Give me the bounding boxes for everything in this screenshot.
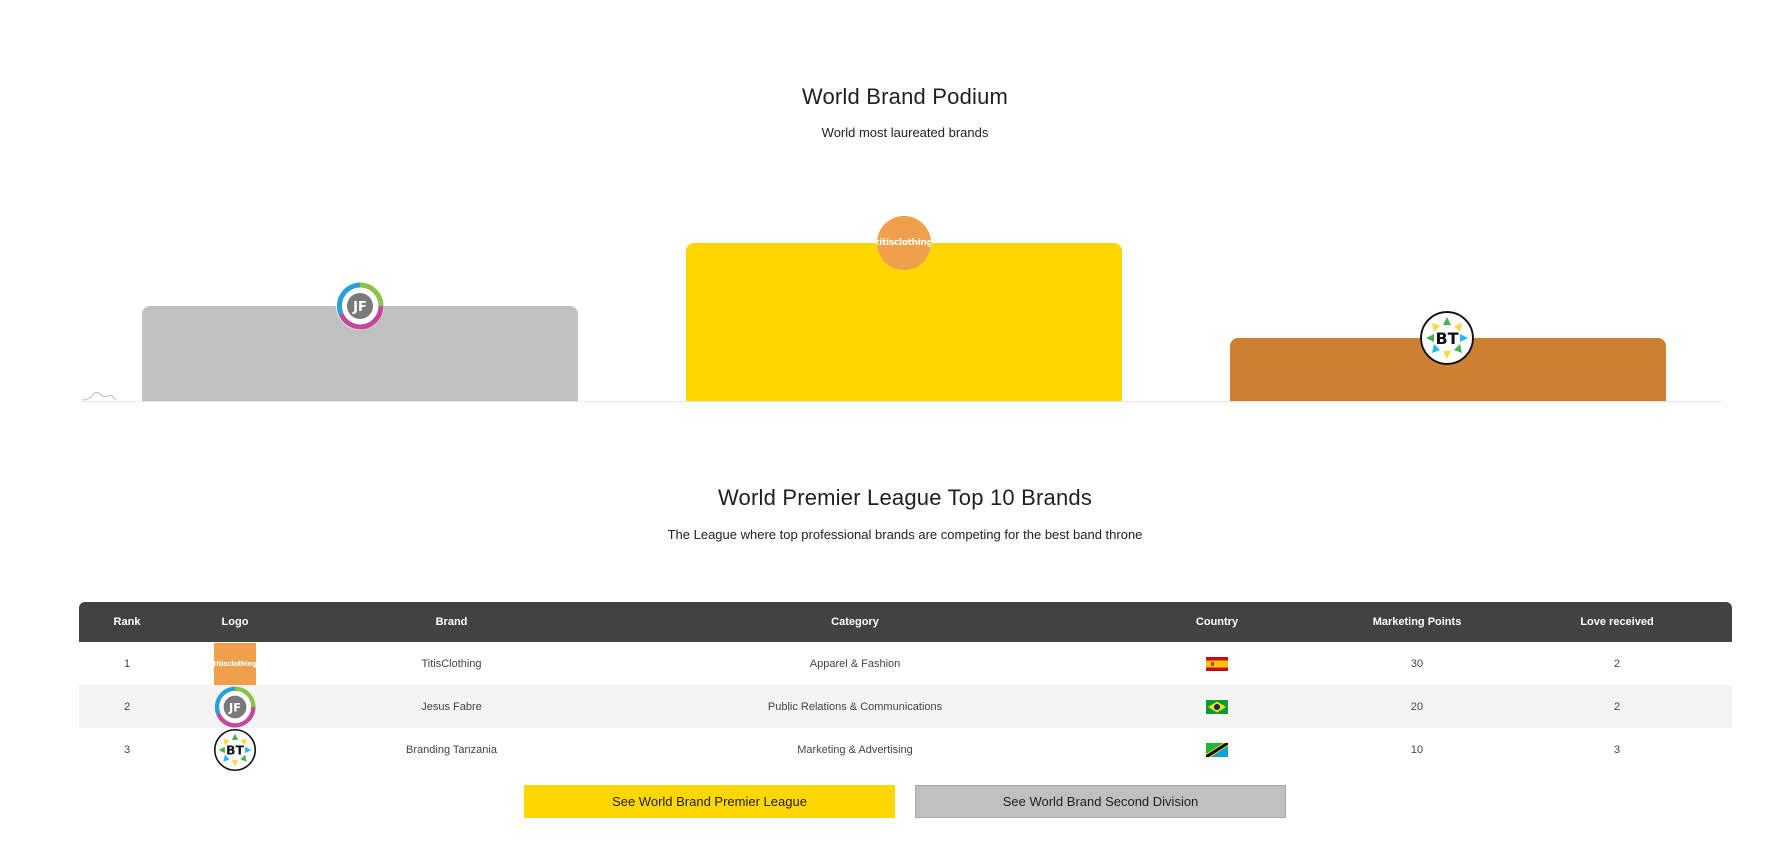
- podium-subtitle: World most laureated brands: [821, 125, 989, 140]
- table-row[interactable]: 3 BT Branding Tanzania Marketing & Adver…: [79, 728, 1732, 771]
- category-cell: Marketing & Advertising: [797, 743, 913, 756]
- jf-logo-icon: JF: [214, 685, 256, 728]
- love-received-cell: 2: [1613, 657, 1621, 670]
- column-header-logo[interactable]: Logo: [175, 602, 295, 642]
- country-cell: [1102, 728, 1332, 771]
- svg-text:JF: JF: [352, 300, 367, 315]
- rank-cell: 2: [123, 700, 131, 713]
- titisclothing-logo[interactable]: titisclothing: [213, 642, 257, 685]
- branding-tanzania-logo[interactable]: BT: [1420, 311, 1474, 365]
- rank-cell: 3: [123, 743, 131, 756]
- logo-cell: JF: [175, 685, 295, 728]
- podium-baseline: [82, 401, 1722, 402]
- brand-cell[interactable]: TitisClothing: [295, 642, 608, 685]
- svg-text:JF: JF: [228, 700, 241, 714]
- jf-logo-icon: JF: [336, 282, 384, 330]
- brand-cell[interactable]: Branding Tanzania: [295, 728, 608, 771]
- bt-logo-icon: BT: [1420, 311, 1474, 365]
- column-header-country[interactable]: Country: [1102, 602, 1332, 642]
- tanzania-flag-icon: [1206, 742, 1228, 757]
- category-cell: Public Relations & Communications: [767, 700, 943, 713]
- column-header-category[interactable]: Category: [608, 602, 1102, 642]
- love-received-cell: 2: [1613, 700, 1621, 713]
- podium-title: World Brand Podium: [801, 84, 1009, 109]
- table-row[interactable]: 1 titisclothing TitisClothing Apparel & …: [79, 642, 1732, 685]
- love-received-cell: 3: [1613, 743, 1621, 756]
- league-title: World Premier League Top 10 Brands: [717, 485, 1093, 510]
- titisclothing-logo-text: titisclothing: [213, 659, 257, 668]
- jesus-fabre-logo[interactable]: JF: [214, 685, 256, 728]
- column-header-marketing-points[interactable]: Marketing Points: [1332, 602, 1502, 642]
- marketing-points-cell: 10: [1410, 743, 1424, 756]
- branding-tanzania-logo[interactable]: BT: [214, 728, 256, 771]
- country-cell: [1102, 642, 1332, 685]
- svg-text:BT: BT: [1435, 329, 1458, 348]
- brand-cell[interactable]: Jesus Fabre: [295, 685, 608, 728]
- category-cell: Apparel & Fashion: [809, 657, 901, 670]
- logo-cell: BT: [175, 728, 295, 771]
- brazil-flag-icon: [1206, 699, 1228, 714]
- rank-cell: 1: [123, 657, 131, 670]
- country-cell: [1102, 685, 1332, 728]
- titisclothing-logo[interactable]: titisclothing: [877, 216, 931, 270]
- titisclothing-logo-text: titisclothing: [877, 238, 931, 248]
- loader-icon: [81, 391, 117, 401]
- column-header-brand[interactable]: Brand: [295, 602, 608, 642]
- marketing-points-cell: 30: [1410, 657, 1424, 670]
- spain-flag-icon: [1206, 656, 1228, 671]
- marketing-points-cell: 20: [1410, 700, 1424, 713]
- league-subtitle: The League where top professional brands…: [667, 527, 1143, 542]
- league-table: Rank Logo Brand Category Country Marketi…: [79, 602, 1732, 771]
- bt-logo-icon: BT: [214, 728, 256, 771]
- jesus-fabre-logo[interactable]: JF: [336, 282, 384, 330]
- column-header-love-received[interactable]: Love received: [1502, 602, 1732, 642]
- logo-cell: titisclothing: [175, 642, 295, 685]
- see-second-division-button[interactable]: See World Brand Second Division: [915, 785, 1286, 818]
- column-header-rank[interactable]: Rank: [79, 602, 175, 642]
- see-premier-league-button[interactable]: See World Brand Premier League: [524, 785, 895, 818]
- svg-text:BT: BT: [226, 742, 244, 757]
- table-header-row: Rank Logo Brand Category Country Marketi…: [79, 602, 1732, 642]
- table-row[interactable]: 2 JF Jesus Fabre Public Relations & Comm…: [79, 685, 1732, 728]
